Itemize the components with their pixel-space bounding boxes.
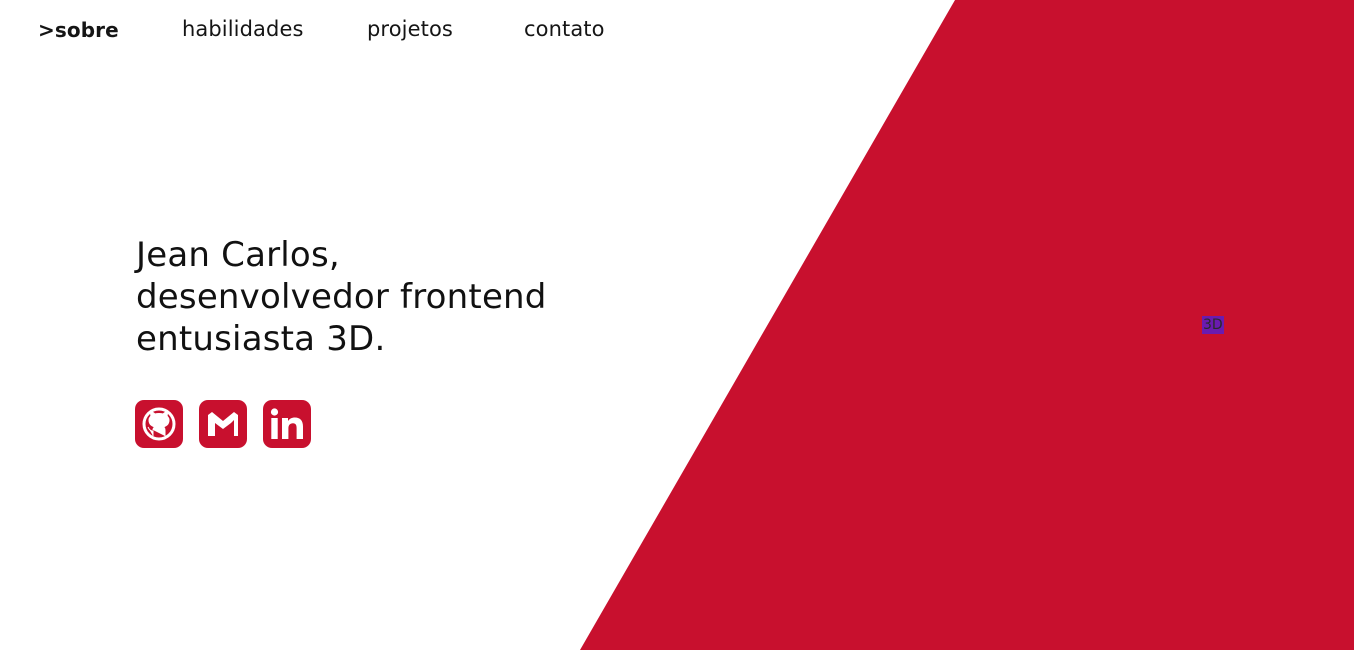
hero-heading-line: entusiasta 3D. — [136, 319, 386, 359]
hero-heading: Jean Carlos, desenvolvedor frontend entu… — [136, 234, 596, 360]
gmail-icon — [208, 412, 238, 436]
social-links — [135, 400, 311, 448]
page: >sobre habilidades projetos contato Jean… — [0, 0, 1354, 650]
hero-section: Jean Carlos, desenvolvedor frontend entu… — [136, 234, 596, 360]
nav-link-sobre[interactable]: >sobre — [38, 18, 119, 42]
nav-link-projetos[interactable]: projetos — [367, 17, 453, 41]
github-icon — [142, 407, 176, 441]
3d-canvas-placeholder: 3D — [1202, 316, 1224, 334]
hero-heading-line: Jean Carlos, — [136, 235, 340, 275]
nav-link-habilidades[interactable]: habilidades — [182, 17, 304, 41]
linkedin-icon — [270, 408, 303, 439]
top-navigation: >sobre habilidades projetos contato — [0, 0, 700, 62]
linkedin-link[interactable] — [263, 400, 311, 448]
github-link[interactable] — [135, 400, 183, 448]
hero-heading-line: desenvolvedor frontend — [136, 277, 547, 317]
gmail-link[interactable] — [199, 400, 247, 448]
nav-link-contato[interactable]: contato — [524, 17, 605, 41]
